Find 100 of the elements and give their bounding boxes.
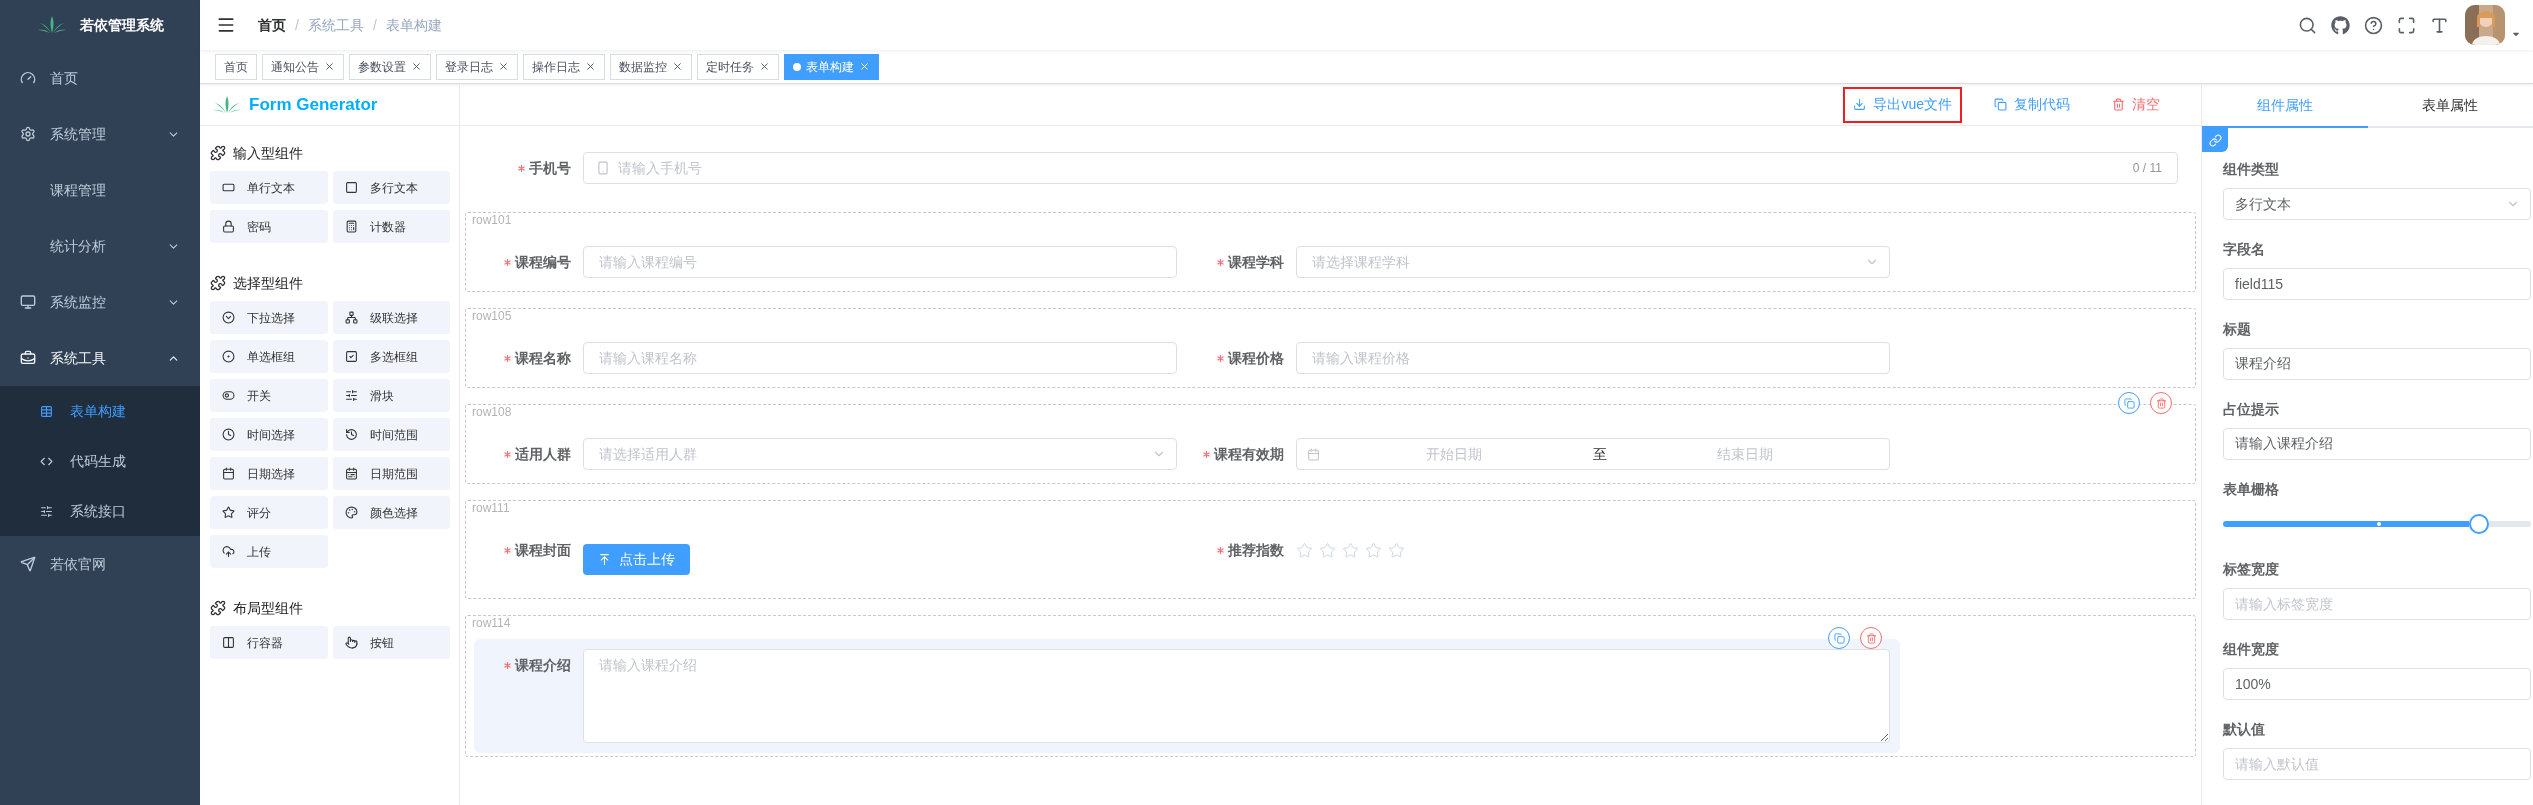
app-title: 若依管理系统: [80, 15, 164, 35]
close-icon[interactable]: [759, 61, 770, 72]
component-item[interactable]: 开关: [210, 379, 328, 412]
component-item[interactable]: 日期选择: [210, 457, 328, 490]
help-icon[interactable]: [2364, 15, 2383, 35]
menu-icon[interactable]: [216, 15, 236, 35]
form-item[interactable]: 课程有效期 开始日期 至 结束日期: [1187, 428, 1900, 480]
delete-button[interactable]: [2150, 392, 2172, 414]
component-item[interactable]: 评分: [210, 496, 328, 529]
input-field[interactable]: field115: [2223, 268, 2531, 300]
link-button[interactable]: [2202, 128, 2228, 152]
component-item[interactable]: 滑块: [332, 379, 450, 412]
sidebar-item[interactable]: 系统工具: [0, 330, 200, 386]
tag[interactable]: 登录日志: [436, 53, 518, 80]
component-item[interactable]: 行容器: [210, 626, 328, 659]
end-date-input[interactable]: 结束日期: [1610, 443, 1879, 465]
tab[interactable]: 表单属性: [2367, 84, 2533, 128]
tag[interactable]: 参数设置: [349, 53, 431, 80]
text-box-icon: [222, 181, 235, 194]
input-field[interactable]: 请输入课程名称: [583, 342, 1177, 374]
field-label: 课程价格: [1228, 348, 1284, 368]
slider-track[interactable]: [2223, 514, 2531, 534]
row-label: row105: [471, 309, 512, 323]
form-item[interactable]: 适用人群 请选择适用人群: [474, 428, 1187, 480]
calendar-icon: [1307, 447, 1320, 461]
submenu-item[interactable]: 表单构建: [0, 386, 200, 436]
component-item[interactable]: 时间范围: [332, 418, 450, 451]
input-field[interactable]: 请输入课程编号: [583, 246, 1177, 278]
input-field[interactable]: 请输入课程价格: [1296, 342, 1890, 374]
sidebar-item[interactable]: 统计分析: [0, 218, 200, 274]
tag[interactable]: 数据监控: [610, 53, 692, 80]
puzzle-icon: [210, 600, 226, 616]
input-field[interactable]: 请输入课程介绍: [2223, 428, 2531, 460]
component-item[interactable]: 密码: [210, 210, 328, 243]
date-range-field[interactable]: 开始日期 至 结束日期: [1296, 438, 1890, 470]
tag[interactable]: 操作日志: [523, 53, 605, 80]
sidebar-item[interactable]: 系统管理: [0, 106, 200, 162]
component-item[interactable]: 上传: [210, 535, 328, 568]
breadcrumb-item: 系统工具: [307, 15, 364, 35]
select-field[interactable]: 多行文本: [2223, 188, 2531, 220]
row-label: row111: [471, 501, 510, 515]
form-item[interactable]: 手机号 请输入手机号 0 / 11: [474, 142, 2188, 194]
form-item[interactable]: 推荐指数: [1187, 524, 1900, 576]
component-item[interactable]: 多选框组: [332, 340, 450, 373]
row-container[interactable]: row105 课程名称 请输入课程名称 课程价格 请输入课程价格: [465, 308, 2196, 388]
form-item[interactable]: 课程学科 请选择课程学科: [1187, 236, 1900, 288]
row-container[interactable]: row111 课程封面 点击上传 推荐指数: [465, 500, 2196, 599]
component-item[interactable]: 颜色选择: [332, 496, 450, 529]
delete-button[interactable]: [1860, 627, 1882, 649]
component-item[interactable]: 单选框组: [210, 340, 328, 373]
close-icon[interactable]: [672, 61, 683, 72]
component-item[interactable]: 时间选择: [210, 418, 328, 451]
tag[interactable]: 首页: [215, 53, 257, 80]
sidebar-item[interactable]: 课程管理: [0, 162, 200, 218]
form-item[interactable]: 课程价格 请输入课程价格: [1187, 332, 1900, 384]
slider-thumb[interactable]: [2468, 514, 2489, 534]
search-icon[interactable]: [2298, 15, 2317, 35]
select-field[interactable]: 请选择课程学科: [1296, 246, 1890, 278]
row-container[interactable]: row108 适用人群 请选择适用人群 课程有效期 开始日期 至 结束日期: [465, 404, 2196, 484]
input-field[interactable]: 请输入标签宽度: [2223, 588, 2531, 620]
form-item[interactable]: 课程封面 点击上传: [474, 524, 1187, 595]
component-item[interactable]: 下拉选择: [210, 301, 328, 334]
row-container[interactable]: row114 课程介绍 请输入课程介绍: [465, 615, 2196, 757]
phone-input[interactable]: 请输入手机号: [618, 157, 2125, 179]
select-input[interactable]: 多行文本: [2235, 193, 2506, 215]
link-icon: [2208, 133, 2222, 147]
submenu-item[interactable]: 代码生成: [0, 436, 200, 486]
close-icon[interactable]: [498, 61, 509, 72]
textarea-field[interactable]: 请输入课程介绍: [583, 649, 1890, 743]
github-icon[interactable]: [2331, 15, 2350, 35]
form-item[interactable]: 课程名称 请输入课程名称: [474, 332, 1187, 384]
submenu-item[interactable]: 系统接口: [0, 486, 200, 536]
component-item[interactable]: 按钮: [332, 626, 450, 659]
input-field[interactable]: 请输入默认值: [2223, 748, 2531, 780]
close-icon[interactable]: [411, 61, 422, 72]
sidebar-item[interactable]: 若依官网: [0, 536, 200, 592]
component-item[interactable]: 多行文本: [332, 171, 450, 204]
sidebar-item[interactable]: 首页: [0, 50, 200, 106]
input-field[interactable]: 100%: [2223, 668, 2531, 700]
input-field[interactable]: 课程介绍: [2223, 348, 2531, 380]
font-size-icon[interactable]: [2430, 15, 2449, 35]
component-item[interactable]: 级联选择: [332, 301, 450, 334]
property-label: 表单栅格: [2223, 480, 2279, 499]
form-item[interactable]: 课程编号 请输入课程编号: [474, 236, 1187, 288]
select-input[interactable]: 请选择课程学科: [1312, 251, 1865, 273]
row-container[interactable]: row101 课程编号 请输入课程编号 课程学科 请选择课程学科: [465, 212, 2196, 292]
select-field[interactable]: 请选择适用人群: [583, 438, 1177, 470]
sidebar-item[interactable]: 系统监控: [0, 274, 200, 330]
select-input[interactable]: 请选择适用人群: [599, 443, 1152, 465]
form-item[interactable]: 课程介绍 请输入课程介绍: [474, 639, 1900, 753]
fullscreen-icon[interactable]: [2397, 15, 2416, 35]
start-date-input[interactable]: 开始日期: [1320, 443, 1589, 465]
component-item[interactable]: 日期范围: [332, 457, 450, 490]
component-item[interactable]: 单行文本: [210, 171, 328, 204]
close-icon[interactable]: [585, 61, 596, 72]
tag[interactable]: 定时任务: [697, 53, 779, 80]
breadcrumb-item[interactable]: 首页: [258, 14, 286, 36]
tag[interactable]: 通知公告: [262, 53, 344, 80]
component-item[interactable]: 计数器: [332, 210, 450, 243]
close-icon[interactable]: [324, 61, 335, 72]
